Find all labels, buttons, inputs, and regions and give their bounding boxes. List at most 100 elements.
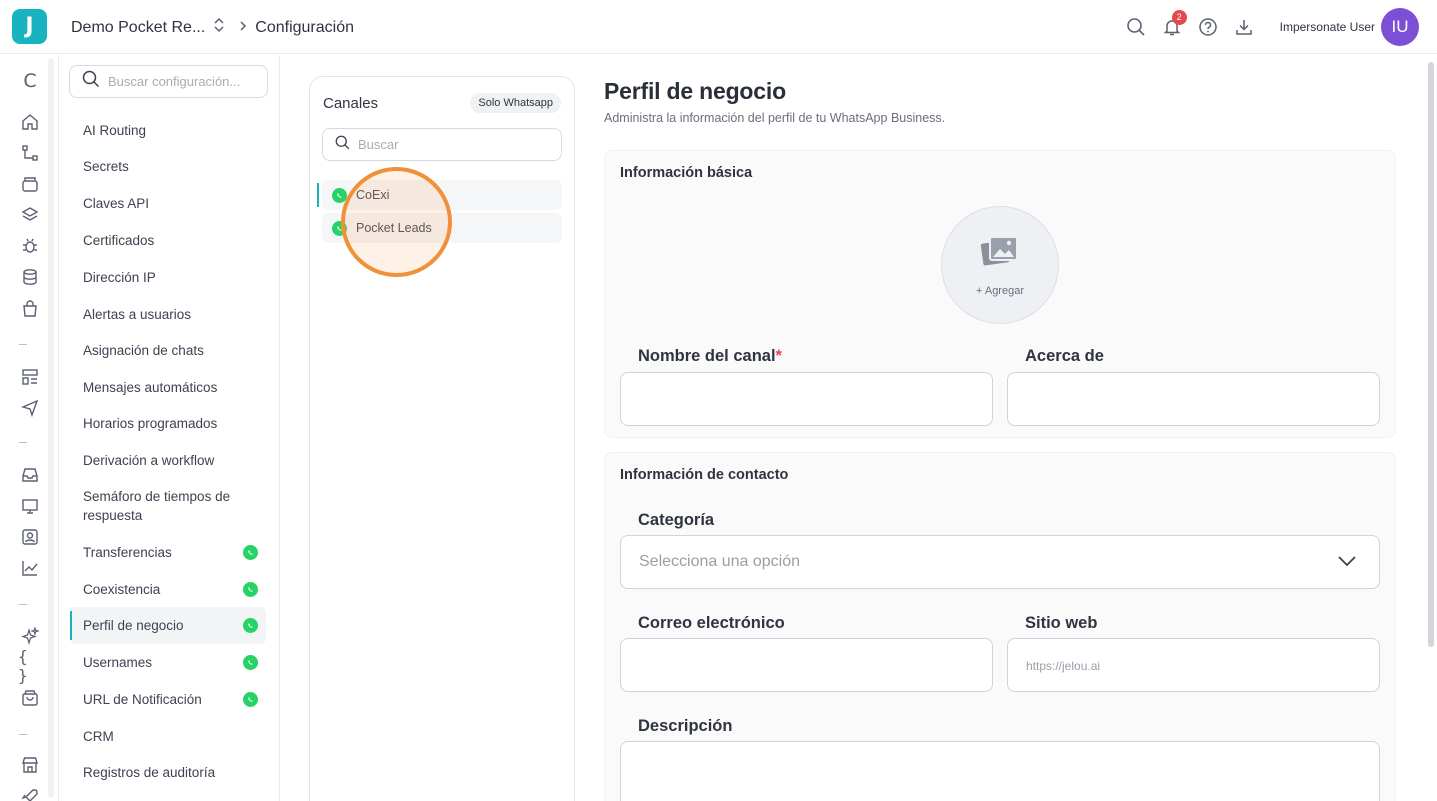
settings-nav-item-perfil-de-negocio[interactable]: Perfil de negocio xyxy=(70,607,266,644)
website-label: Sitio web xyxy=(1025,614,1098,632)
settings-nav-label: Registros de auditoría xyxy=(83,765,216,780)
channel-search[interactable] xyxy=(322,128,562,161)
settings-search[interactable] xyxy=(69,65,268,98)
settings-nav-item-direccion-ip[interactable]: Dirección IP xyxy=(70,259,266,296)
category-label: Categoría xyxy=(638,511,715,529)
settings-nav-label: AI Routing xyxy=(83,122,147,138)
channel-search-input[interactable] xyxy=(358,137,538,152)
website-input[interactable] xyxy=(1008,639,1379,691)
flow-icon[interactable] xyxy=(18,141,42,165)
avatar[interactable]: IU xyxy=(1381,8,1419,46)
download-icon[interactable] xyxy=(1226,9,1262,45)
profile-header: Perfil de negocio Administra la informac… xyxy=(604,78,1396,125)
layers-icon[interactable] xyxy=(18,203,42,227)
profile-photo-upload[interactable]: + Agregar xyxy=(941,206,1059,324)
settings-nav-label: Semáforo de tiempos de respuesta xyxy=(83,489,231,523)
settings-nav-item-derivacion-a-workflow[interactable]: Derivación a workflow xyxy=(70,442,266,478)
bag-icon[interactable] xyxy=(18,297,42,321)
category-placeholder: Selecciona una opción xyxy=(639,553,801,570)
image-gallery-icon xyxy=(980,234,1020,275)
store-bag-icon[interactable] xyxy=(18,686,42,710)
monitor-icon[interactable] xyxy=(18,494,42,518)
website-field[interactable] xyxy=(1007,638,1380,692)
whatsapp-icon xyxy=(243,692,258,707)
search-icon[interactable] xyxy=(1118,9,1154,45)
settings-nav-item-claves-api[interactable]: Claves API xyxy=(70,185,266,222)
user-name[interactable]: Impersonate User xyxy=(1280,20,1375,34)
workspace-switcher[interactable]: Demo Pocket Re... Configuración xyxy=(71,17,354,38)
inbox-icon[interactable] xyxy=(18,463,42,487)
description-field[interactable] xyxy=(620,741,1380,801)
sparkles-icon[interactable] xyxy=(18,624,42,648)
settings-nav-item-secrets[interactable]: Secrets xyxy=(70,148,266,185)
settings-nav-label: Horarios programados xyxy=(83,416,218,431)
whatsapp-icon xyxy=(332,220,347,236)
settings-nav-item-asignacion-de-chats[interactable]: Asignación de chats xyxy=(70,332,266,369)
settings-nav-item-mensajes-automaticos[interactable]: Mensajes automáticos xyxy=(70,369,266,405)
chevron-updown-icon xyxy=(213,17,225,38)
about-label: Acerca de xyxy=(1025,347,1104,365)
icon-rail: C { } xyxy=(0,55,59,801)
settings-nav-label: Coexistencia xyxy=(83,581,161,597)
store-icon[interactable] xyxy=(18,753,42,777)
channel-name-label: Nombre del canal* xyxy=(638,347,782,365)
settings-nav-label: Alertas a usuarios xyxy=(83,306,192,322)
channel-name-input[interactable] xyxy=(621,373,992,425)
whatsapp-icon xyxy=(243,655,258,670)
email-input[interactable] xyxy=(621,639,992,691)
channel-label: Pocket Leads xyxy=(356,221,432,235)
settings-nav-item-crm[interactable]: CRM xyxy=(70,718,266,754)
rail-scrollbar[interactable] xyxy=(48,58,54,798)
page-subtitle: Administra la información del perfil de … xyxy=(604,111,946,125)
channel-item-pocket-leads[interactable]: Pocket Leads xyxy=(322,213,562,243)
main-scrollbar-thumb[interactable] xyxy=(1428,62,1434,647)
template-icon[interactable] xyxy=(18,365,42,389)
settings-search-input[interactable] xyxy=(108,74,258,89)
settings-nav-item-coexistencia[interactable]: Coexistencia xyxy=(70,571,266,607)
chart-icon[interactable] xyxy=(18,556,42,580)
settings-nav-label: Usernames xyxy=(83,655,153,670)
settings-nav-label: Asignación de chats xyxy=(83,343,204,358)
chevron-down-icon xyxy=(1337,554,1357,573)
channel-label: CoExi xyxy=(356,188,390,202)
breadcrumb-current: Configuración xyxy=(255,18,355,36)
page-title: Perfil de negocio xyxy=(604,78,786,104)
contact-info-title: Información de contacto xyxy=(620,467,789,483)
rocket-icon[interactable] xyxy=(18,785,42,801)
settings-nav-label: Transferencias xyxy=(83,545,172,560)
bell-icon[interactable]: 2 xyxy=(1154,9,1190,45)
channel-item-coexi[interactable]: CoExi xyxy=(317,180,562,210)
search-icon xyxy=(82,70,100,93)
settings-nav-item-registros-de-auditoria[interactable]: Registros de auditoría xyxy=(70,754,266,791)
about-field[interactable] xyxy=(1007,372,1380,426)
database-icon[interactable] xyxy=(18,265,42,289)
home-icon[interactable] xyxy=(18,110,42,134)
settings-nav-item-ai-routing[interactable]: AI Routing xyxy=(70,112,266,148)
email-field[interactable] xyxy=(620,638,993,692)
whatsapp-only-filter[interactable]: Solo Whatsapp xyxy=(470,93,561,113)
settings-nav-label: Mensajes automáticos xyxy=(83,379,218,395)
settings-nav-item-alertas-a-usuarios[interactable]: Alertas a usuarios xyxy=(70,296,266,332)
settings-nav-item-url-de-notificacion[interactable]: URL de Notificación xyxy=(70,681,266,718)
archive-icon[interactable] xyxy=(18,172,42,196)
settings-nav-item-horarios-programados[interactable]: Horarios programados xyxy=(70,405,266,442)
contact-icon[interactable] xyxy=(18,525,42,549)
about-input[interactable] xyxy=(1008,373,1379,425)
bug-icon[interactable] xyxy=(18,234,42,258)
breadcrumb-chevron-icon xyxy=(239,19,247,37)
settings-nav-item-usernames[interactable]: Usernames xyxy=(70,644,266,681)
top-bar: J Demo Pocket Re... Configuración 2 Impe… xyxy=(0,0,1437,54)
braces-icon[interactable]: { } xyxy=(18,647,42,685)
help-icon[interactable] xyxy=(1190,9,1226,45)
contact-info-card: Información de contacto Categoría Selecc… xyxy=(604,452,1396,801)
rail-c-icon[interactable]: C xyxy=(18,69,42,93)
settings-nav-item-semaforo-de-tiempos-de-respuesta[interactable]: Semáforo de tiempos de respuesta xyxy=(70,478,266,534)
settings-nav-item-transferencias[interactable]: Transferencias xyxy=(70,534,266,571)
settings-nav-label: Secrets xyxy=(83,159,129,174)
whatsapp-icon xyxy=(243,545,258,560)
category-select[interactable]: Selecciona una opción xyxy=(620,535,1380,589)
app-logo[interactable]: J xyxy=(12,9,47,44)
settings-nav-item-certificados[interactable]: Certificados xyxy=(70,222,266,259)
send-icon[interactable] xyxy=(18,396,42,420)
channel-name-field[interactable] xyxy=(620,372,993,426)
